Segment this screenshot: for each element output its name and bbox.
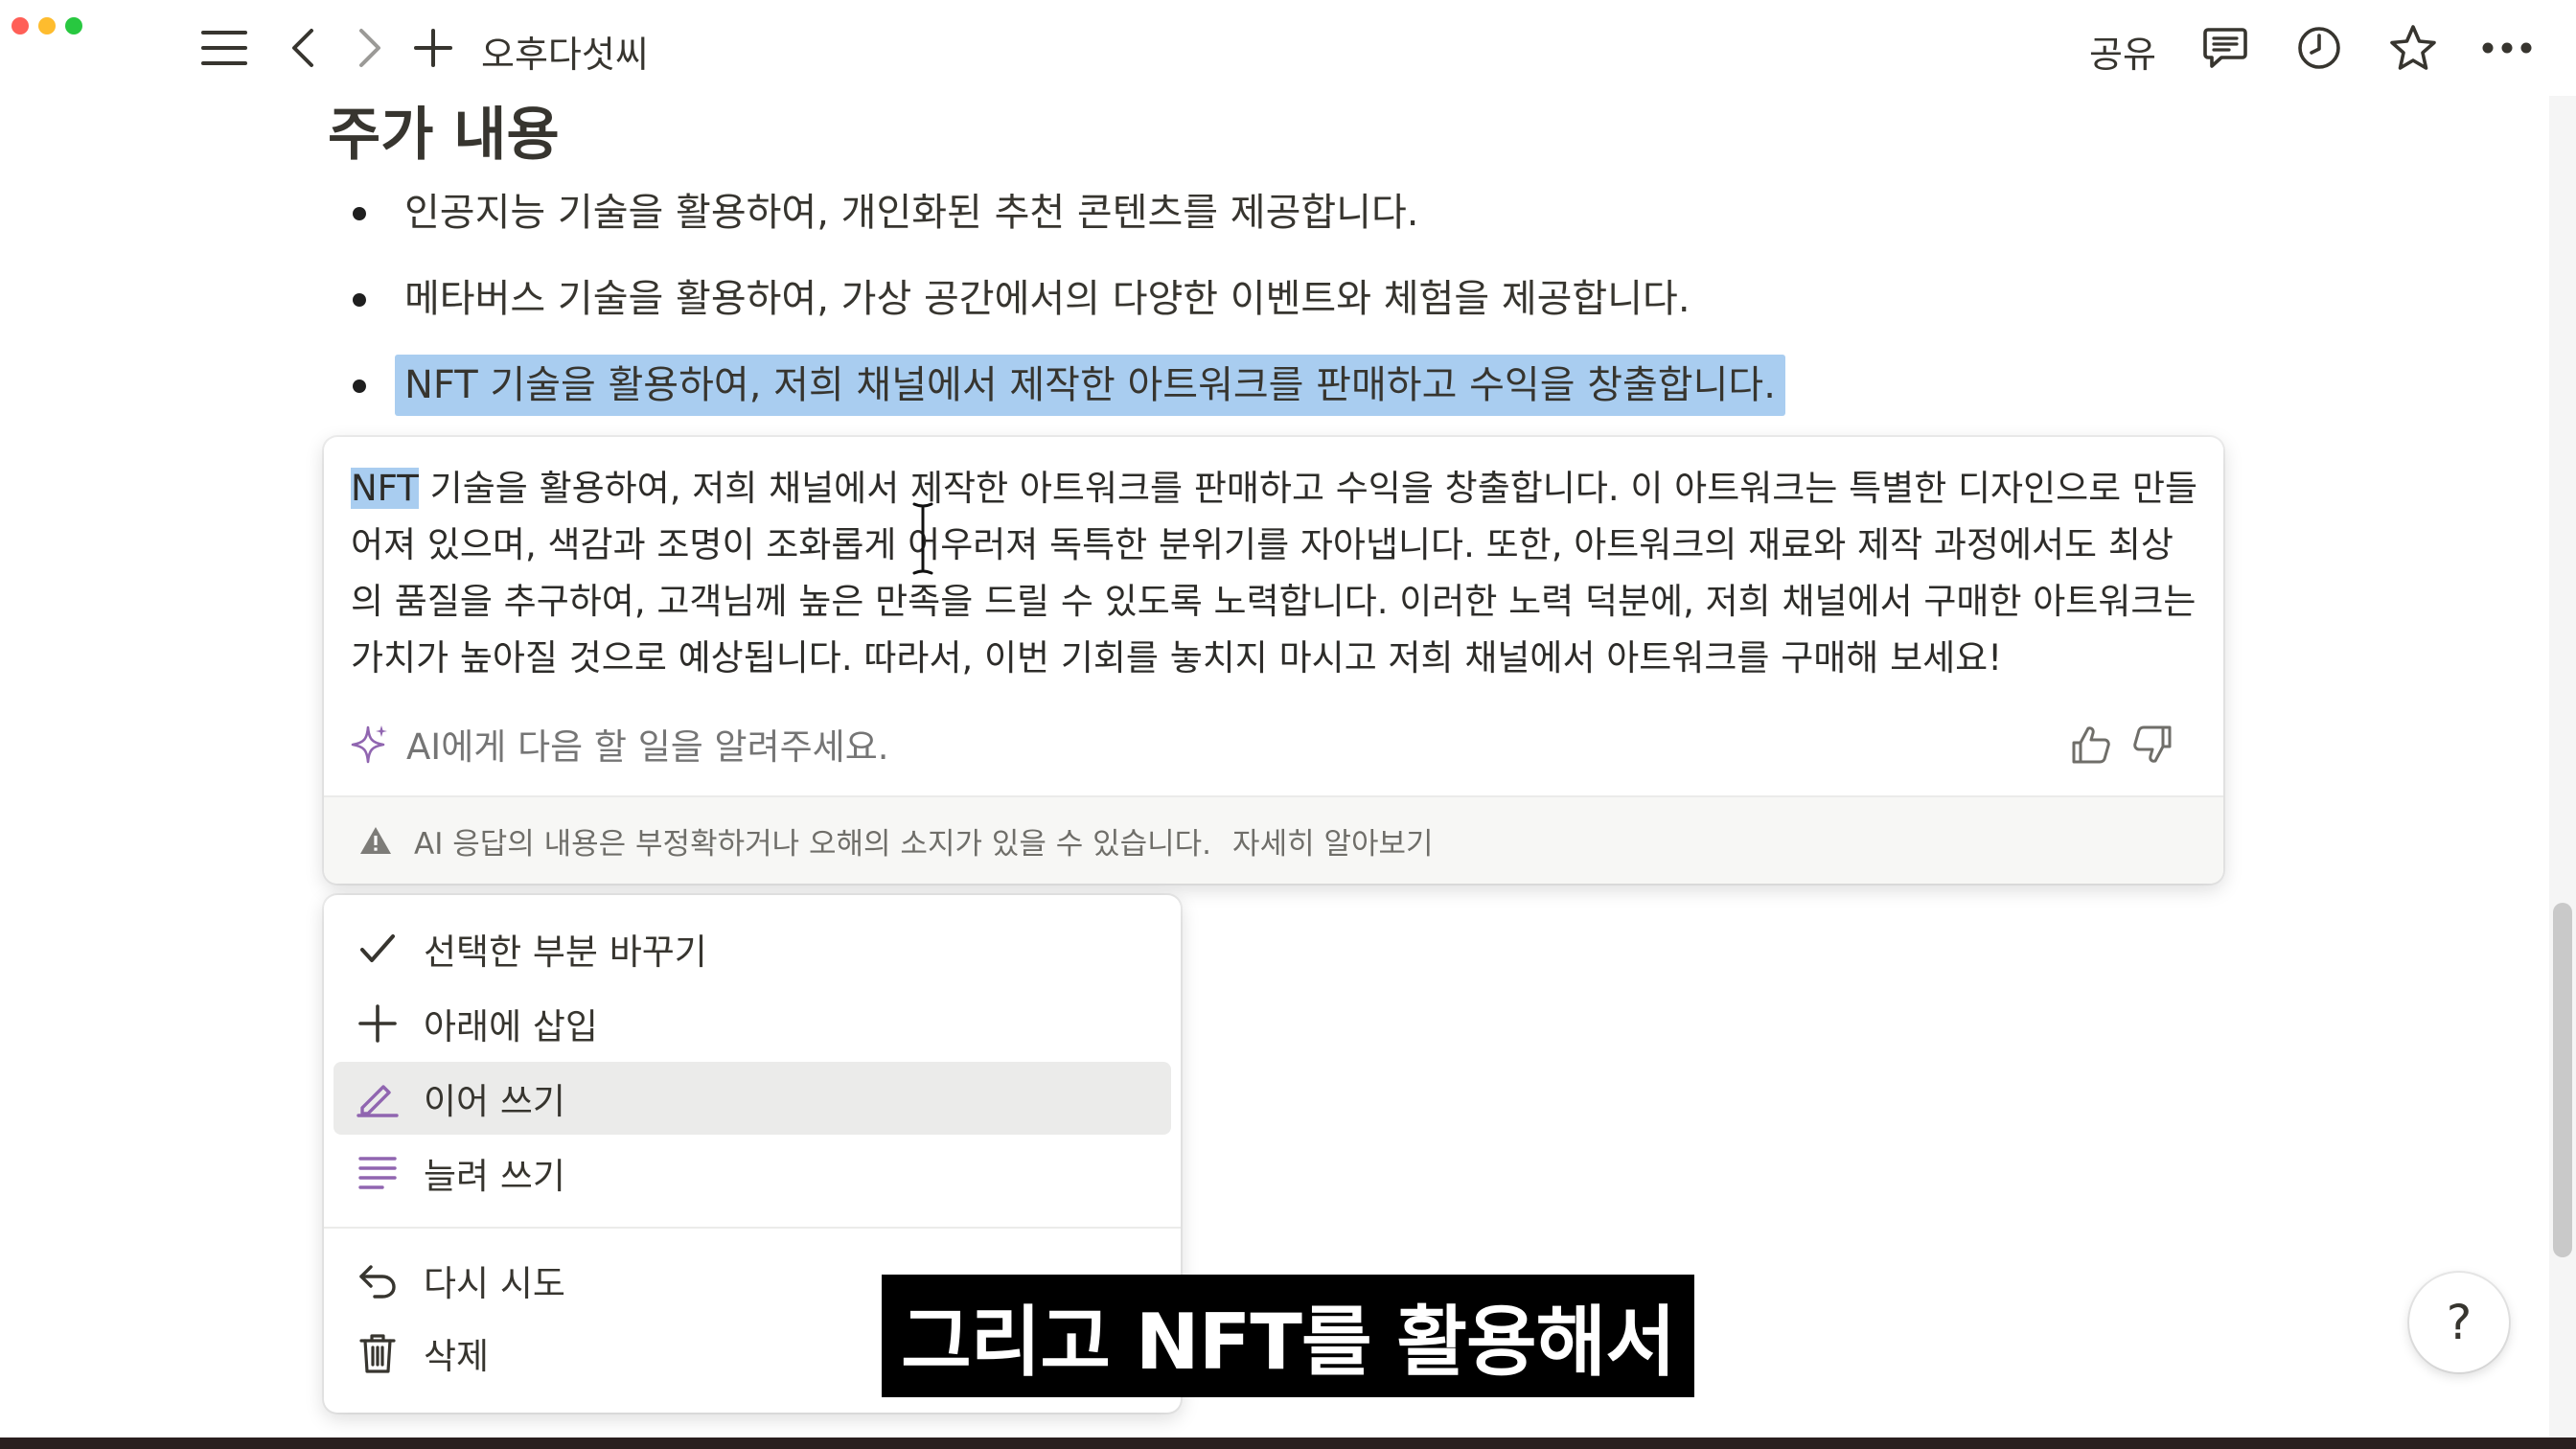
check-icon [353,924,402,974]
learn-more-link[interactable]: 자세히 알아보기 [1232,819,1434,862]
menu-item-make-longer[interactable]: 늘려 쓰기 [334,1137,1171,1209]
new-page-icon[interactable] [406,21,460,75]
close-window-button[interactable] [12,17,29,34]
trash-icon [353,1328,402,1378]
menu-item-insert-below[interactable]: 아래에 삽입 [334,987,1171,1060]
warning-icon [358,825,393,856]
bullet-list: 인공지능 기술을 활용하여, 개인화된 추천 콘텐츠를 제공합니다. 메타버스 … [353,182,1785,441]
ai-disclaimer-bar: AI 응답의 내용은 부정확하거나 오해의 소지가 있을 수 있습니다. 자세히… [324,795,2223,884]
share-button[interactable]: 공유 [2089,25,2156,78]
page-title[interactable]: 오후다섯씨 [481,25,649,78]
minimize-window-button[interactable] [38,17,56,34]
maximize-window-button[interactable] [65,17,82,34]
top-bar: 오후다섯씨 공유 [0,0,2576,96]
bottom-edge [0,1438,2576,1449]
ai-prompt-row [351,713,2200,780]
comment-icon[interactable] [2198,21,2252,75]
back-icon[interactable] [276,21,330,75]
undo-icon [353,1255,402,1305]
ai-response-selected-word: NFT [351,468,419,509]
ai-response-body: 기술을 활용하여, 저희 채널에서 제작한 아트워크를 판매하고 수익을 창출합… [351,468,2198,678]
thumbs-up-icon[interactable] [2070,724,2112,770]
thumbs-down-icon[interactable] [2131,724,2174,770]
more-icon[interactable] [2480,21,2534,75]
ai-prompt-input[interactable] [406,725,2070,768]
help-button[interactable]: ? [2409,1273,2509,1372]
ai-response-text[interactable]: NFT 기술을 활용하여, 저희 채널에서 제작한 아트워크를 판매하고 수익을… [351,460,2200,686]
video-subtitle: 그리고 NFT를 활용해서 [882,1275,1694,1397]
star-icon[interactable] [2386,21,2440,75]
sparkle-icon [351,724,389,770]
menu-divider [324,1227,1181,1229]
lines-icon [353,1148,402,1198]
menu-item-replace-selection[interactable]: 선택한 부분 바꾸기 [334,912,1171,985]
bullet-item-selected[interactable]: NFT 기술을 활용하여, 저희 채널에서 제작한 아트워크를 판매하고 수익을… [353,355,1785,441]
pencil-icon [353,1073,402,1123]
plus-icon [353,999,402,1048]
ai-response-panel: NFT 기술을 활용하여, 저희 채널에서 제작한 아트워크를 판매하고 수익을… [324,437,2223,884]
menu-item-continue-writing[interactable]: 이어 쓰기 [334,1062,1171,1135]
text-cursor [912,502,933,579]
scrollbar-thumb[interactable] [2553,903,2572,1257]
notion-window: 오후다섯씨 공유 주가 내용 인공지능 기술을 활용하여, 개인화된 추천 콘텐… [0,0,2576,1438]
bullet-item[interactable]: 인공지능 기술을 활용하여, 개인화된 추천 콘텐츠를 제공합니다. [353,182,1785,268]
clock-icon[interactable] [2292,21,2346,75]
bullet-item[interactable]: 메타버스 기술을 활용하여, 가상 공간에서의 다양한 이벤트와 체험을 제공합… [353,268,1785,355]
ai-disclaimer-text: AI 응답의 내용은 부정확하거나 오해의 소지가 있을 수 있습니다. [414,826,1212,862]
section-heading[interactable]: 주가 내용 [328,88,560,172]
window-controls [12,17,82,34]
sidebar-menu-icon[interactable] [197,21,251,75]
feedback-buttons [2070,724,2174,770]
forward-icon[interactable] [343,21,397,75]
